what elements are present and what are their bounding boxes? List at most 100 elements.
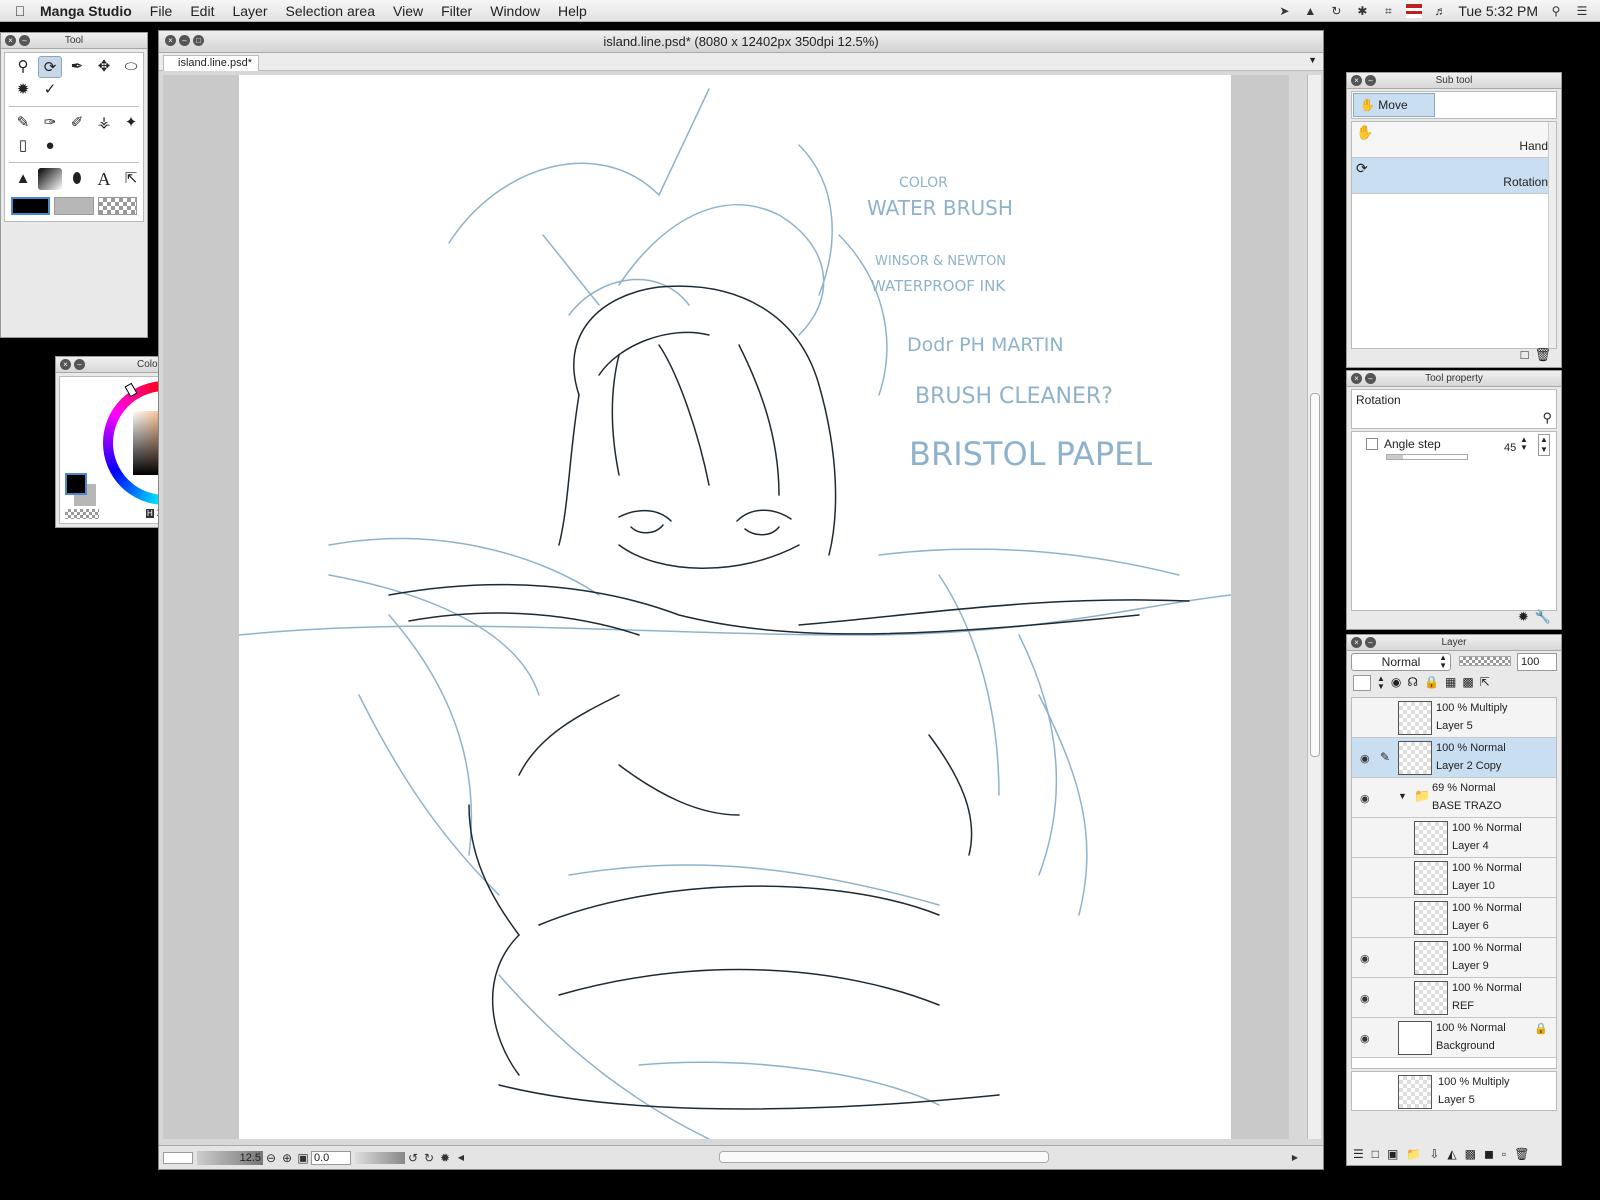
layer-row[interactable]: 100 % Normal Layer 4	[1352, 818, 1556, 858]
canvas-viewport[interactable]: COLOR WATER BRUSH WINSOR & NEWTON WATERP…	[163, 75, 1289, 1139]
minimize-icon[interactable]: –	[74, 359, 85, 370]
ink-icon[interactable]: ⚶	[92, 112, 116, 134]
eye-icon[interactable]: ◉	[1360, 792, 1370, 805]
horizontal-scroll-thumb[interactable]	[719, 1151, 1049, 1163]
mask-icon[interactable]: ▩	[1462, 675, 1473, 693]
gradient-icon[interactable]	[38, 168, 62, 190]
layer-row[interactable]: 100 % Multiply Layer 5	[1352, 698, 1556, 738]
minimize-icon[interactable]: –	[179, 35, 190, 46]
list-menu-icon[interactable]: ☰	[1574, 4, 1590, 18]
transparent-color-swatch[interactable]	[97, 197, 137, 215]
time-machine-icon[interactable]: ↻	[1328, 4, 1344, 18]
ruler-layer-icon[interactable]: ⇱	[1480, 675, 1490, 693]
sub-tool-titlebar[interactable]: × – Sub tool	[1347, 73, 1561, 89]
fill-icon[interactable]: ▲	[11, 168, 35, 190]
zoom-window-icon[interactable]: □	[193, 35, 204, 46]
apply-mask-icon[interactable]: ▫	[1502, 1147, 1506, 1161]
new-vector-layer-icon[interactable]: ▣	[1387, 1147, 1398, 1161]
close-icon[interactable]: ×	[5, 35, 16, 46]
menu-selection-area[interactable]: Selection area	[286, 3, 376, 19]
angle-step-spin-button[interactable]: ▲ ▼	[1538, 434, 1550, 456]
property-search-icon[interactable]: ⚲	[1542, 410, 1552, 426]
opacity-slider[interactable]	[1459, 656, 1511, 666]
eraser-icon[interactable]: ▯	[11, 135, 35, 157]
sub-tool-scrollbar[interactable]	[1548, 122, 1556, 348]
clock[interactable]: Tue 5:32 PM	[1458, 3, 1538, 19]
ellipse-icon[interactable]: ⬮	[65, 168, 89, 190]
eye-icon[interactable]: ◉	[1360, 952, 1370, 965]
folder-expand-icon[interactable]: ▼	[1398, 791, 1407, 801]
reset-settings-icon[interactable]: ✹	[1518, 609, 1529, 625]
tab-menu-icon[interactable]: ▼	[1308, 55, 1317, 65]
eye-icon[interactable]: ◉	[1360, 992, 1370, 1005]
close-icon[interactable]: ×	[1351, 75, 1362, 86]
vertical-scrollbar[interactable]	[1307, 75, 1321, 1139]
transparent-mini[interactable]	[65, 509, 99, 519]
trash-icon[interactable]: 🗑	[1534, 347, 1551, 363]
lasso-rotate-icon[interactable]: ⟳	[38, 56, 62, 78]
layer-mask-icon[interactable]: ◼	[1484, 1147, 1494, 1161]
menu-help[interactable]: Help	[558, 3, 587, 19]
menu-window[interactable]: Window	[490, 3, 540, 19]
drops-icon[interactable]: ●	[38, 135, 62, 157]
blend-mode-select[interactable]: Normal ▲ ▼	[1351, 653, 1451, 671]
magnifier-icon[interactable]: ⚲	[11, 56, 35, 78]
lock-icon[interactable]: 🔒	[1534, 1022, 1548, 1035]
scroll-right-icon[interactable]: ▶	[1287, 1151, 1303, 1165]
close-icon[interactable]: ×	[1351, 373, 1362, 384]
ellipse-select-icon[interactable]: ⬭	[119, 56, 143, 78]
navigation-icon[interactable]: ➤	[1276, 4, 1292, 18]
rotation-field[interactable]: 0.0	[311, 1150, 351, 1165]
sparkle-icon[interactable]: ✹	[11, 79, 35, 101]
main-color-swatch[interactable]	[11, 197, 51, 215]
brush-icon[interactable]: ✐	[65, 112, 89, 134]
sub-tool-item-rotation[interactable]: ⟳ Rotation	[1352, 158, 1556, 194]
angle-step-checkbox[interactable]	[1366, 438, 1378, 450]
close-icon[interactable]: ×	[165, 35, 176, 46]
layer-row[interactable]: ◉ ▼ 📁 69 % Normal BASE TRAZO	[1352, 778, 1556, 818]
volume-icon[interactable]: ♬	[1432, 4, 1448, 18]
wrench-icon[interactable]: 🔧	[1535, 609, 1551, 625]
eye-icon[interactable]: ◉	[1360, 752, 1370, 765]
layer-color-swatch[interactable]	[1353, 675, 1371, 691]
bluetooth-icon[interactable]: ✱	[1354, 4, 1370, 18]
drive-icon[interactable]: ▲	[1302, 4, 1318, 18]
layer-row[interactable]: 100 % Normal Layer 10	[1352, 858, 1556, 898]
ruler-icon[interactable]: ⇱	[119, 168, 143, 190]
lock-layer-icon[interactable]: 🔒	[1424, 675, 1439, 693]
pen-icon[interactable]: ✒	[65, 56, 89, 78]
text-icon[interactable]: A	[92, 168, 116, 190]
zoom-slider[interactable]	[163, 1151, 193, 1164]
new-folder-icon[interactable]: 📁	[1406, 1147, 1421, 1161]
layer-row[interactable]: ◉ 100 % Normal Background 🔒	[1352, 1018, 1556, 1058]
menu-layer[interactable]: Layer	[232, 3, 267, 19]
document-tab[interactable]: island.line.psd*	[163, 55, 259, 71]
sparkle-plus-icon[interactable]: ✦	[119, 112, 143, 134]
combine-layer-icon[interactable]: ◭	[1447, 1147, 1456, 1161]
minimize-icon[interactable]: –	[19, 35, 30, 46]
zoom-level-field[interactable]: 12.5	[197, 1150, 263, 1165]
layer-row[interactable]: 100 % Normal Layer 6	[1352, 898, 1556, 938]
canvas-paper[interactable]: COLOR WATER BRUSH WINSOR & NEWTON WATERP…	[239, 75, 1231, 1139]
sub-tool-group-move[interactable]: ✋ Move	[1353, 93, 1435, 117]
wifi-icon[interactable]: ⌗	[1380, 4, 1396, 18]
angle-step-slider[interactable]	[1386, 454, 1468, 460]
menu-filter[interactable]: Filter	[441, 3, 472, 19]
canvas-window-titlebar[interactable]: × – □ island.line.psd* (8080 x 12402px 350…	[159, 31, 1323, 53]
move-arrows-icon[interactable]: ✥	[92, 56, 116, 78]
angle-step-stepper[interactable]: ▲ ▼	[1520, 436, 1528, 452]
scroll-left-icon[interactable]: ◀	[453, 1151, 469, 1165]
pen-nib-icon[interactable]: ✑	[38, 112, 62, 134]
tool-property-titlebar[interactable]: × – Tool property	[1347, 371, 1561, 387]
reference-layer-icon[interactable]: ☊	[1407, 675, 1418, 693]
sub-color-swatch[interactable]	[54, 197, 94, 215]
layer-row[interactable]: ◉ 100 % Normal REF	[1352, 978, 1556, 1018]
apple-menu-icon[interactable]: 	[0, 3, 40, 19]
tool-palette-titlebar[interactable]: × – Tool	[1, 33, 147, 49]
flag-icon[interactable]	[1406, 4, 1423, 18]
menu-view[interactable]: View	[393, 3, 423, 19]
menu-file[interactable]: File	[150, 3, 173, 19]
new-raster-layer-icon[interactable]: □	[1372, 1147, 1379, 1161]
sub-tool-item-hand[interactable]: ✋ Hand	[1352, 122, 1556, 158]
transfer-layer-icon[interactable]: ⇩	[1429, 1147, 1439, 1161]
